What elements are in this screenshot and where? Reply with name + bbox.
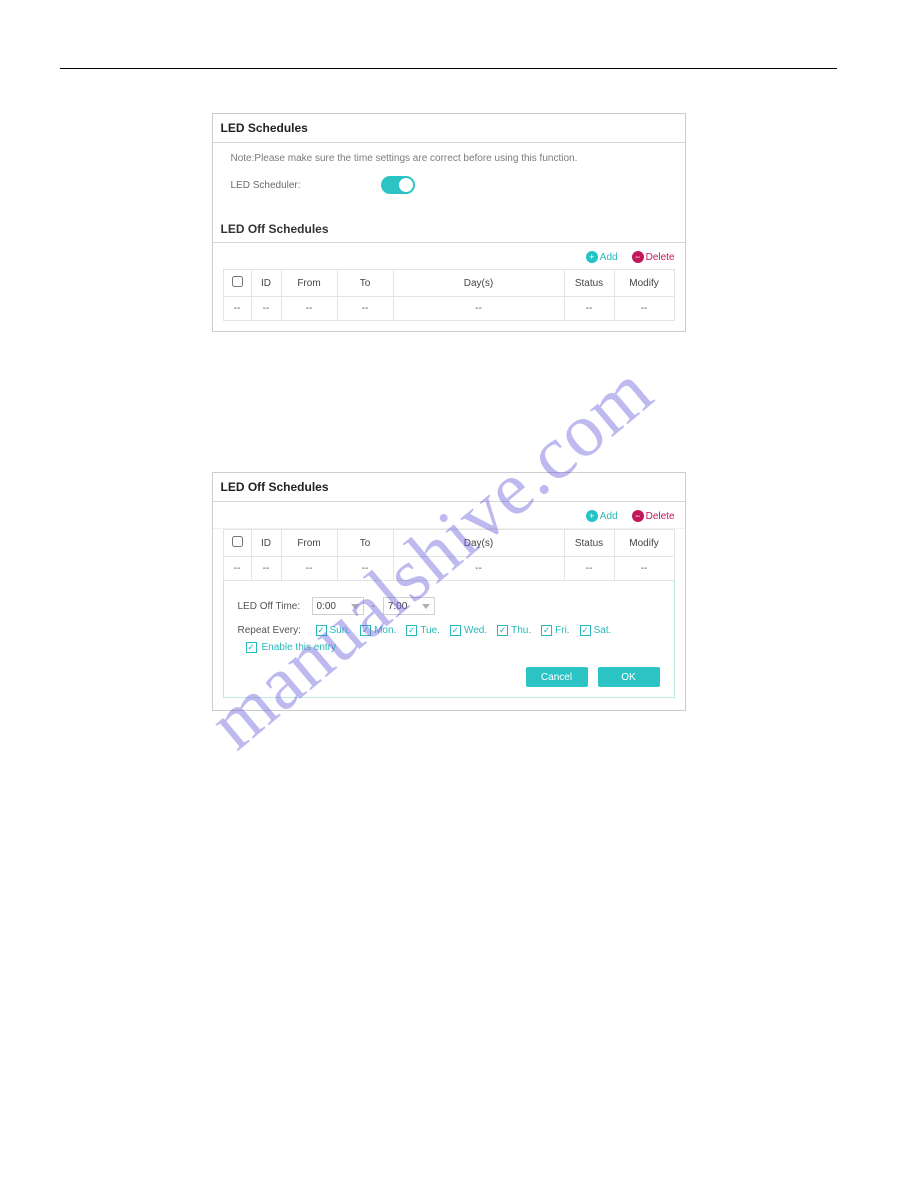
sat-checkbox[interactable] [580,625,591,636]
cell-empty: -- [393,297,564,321]
add-label: Add [600,252,618,263]
from-time-select[interactable]: 0:00 [312,597,364,615]
toggle-knob-icon [399,178,413,192]
col-status: Status [564,270,614,297]
plus-icon: + [586,251,598,263]
chevron-down-icon [422,604,430,609]
cell-empty: -- [223,557,251,581]
chevron-down-icon [351,604,359,609]
table-row: -- -- -- -- -- -- -- [223,297,674,321]
led-schedules-title: LED Schedules [213,114,685,143]
scheduler-label: LED Scheduler: [231,180,301,191]
note-text: Note:Please make sure the time settings … [213,143,685,168]
col-from: From [281,530,337,557]
cell-empty: -- [223,297,251,321]
cell-empty: -- [251,297,281,321]
col-modify: Modify [614,270,674,297]
select-all-checkbox[interactable] [232,536,243,547]
plus-icon: + [586,510,598,522]
table-header-row: ID From To Day(s) Status Modify [223,270,674,297]
day-mon: Mon. [374,625,396,636]
delete-label: Delete [646,511,675,522]
schedules-table: ID From To Day(s) Status Modify -- -- --… [223,269,675,321]
col-to: To [337,530,393,557]
cell-empty: -- [614,297,674,321]
to-time-select[interactable]: 7:00 [383,597,435,615]
col-days: Day(s) [393,530,564,557]
col-modify: Modify [614,530,674,557]
cell-empty: -- [281,557,337,581]
enable-entry-checkbox[interactable] [246,642,257,653]
to-time-value: 7:00 [388,601,407,612]
led-off-schedules-title: LED Off Schedules [213,208,685,243]
fri-checkbox[interactable] [541,625,552,636]
cell-empty: -- [393,557,564,581]
delete-button[interactable]: − Delete [632,251,675,263]
ok-button[interactable]: OK [598,667,660,687]
led-off-schedules-title-2: LED Off Schedules [213,473,685,502]
cell-empty: -- [281,297,337,321]
add-button[interactable]: + Add [586,510,618,522]
day-sun: Sun. [330,625,351,636]
delete-label: Delete [646,252,675,263]
col-id: ID [251,270,281,297]
col-to: To [337,270,393,297]
minus-icon: − [632,510,644,522]
schedule-editor: LED Off Time: 0:00 - 7:00 Repeat Every: … [223,581,675,698]
day-wed: Wed. [464,625,487,636]
select-all-checkbox[interactable] [232,276,243,287]
col-id: ID [251,530,281,557]
led-schedules-panel: LED Schedules Note:Please make sure the … [212,113,686,332]
day-thu: Thu. [511,625,531,636]
repeat-every-label: Repeat Every: [238,625,306,636]
cell-empty: -- [251,557,281,581]
cell-empty: -- [337,557,393,581]
cell-empty: -- [337,297,393,321]
table-row: -- -- -- -- -- -- -- [223,557,674,581]
led-off-schedules-panel: LED Off Schedules + Add − Delete ID From [212,472,686,711]
cancel-button[interactable]: Cancel [526,667,588,687]
day-fri: Fri. [555,625,569,636]
cell-empty: -- [614,557,674,581]
col-from: From [281,270,337,297]
led-off-time-label: LED Off Time: [238,601,306,612]
col-status: Status [564,530,614,557]
day-tue: Tue. [420,625,440,636]
cell-empty: -- [564,557,614,581]
tue-checkbox[interactable] [406,625,417,636]
col-days: Day(s) [393,270,564,297]
mon-checkbox[interactable] [360,625,371,636]
enable-entry-label: Enable this entry [262,642,337,653]
wed-checkbox[interactable] [450,625,461,636]
schedules-table: ID From To Day(s) Status Modify -- -- --… [223,529,675,581]
add-label: Add [600,511,618,522]
thu-checkbox[interactable] [497,625,508,636]
sun-checkbox[interactable] [316,625,327,636]
minus-icon: − [632,251,644,263]
cell-empty: -- [564,297,614,321]
page-top-rule [60,68,837,69]
from-time-value: 0:00 [317,601,336,612]
day-sat: Sat. [594,625,612,636]
delete-button[interactable]: − Delete [632,510,675,522]
add-button[interactable]: + Add [586,251,618,263]
time-dash: - [372,601,375,612]
led-scheduler-toggle[interactable] [381,176,415,194]
table-header-row: ID From To Day(s) Status Modify [223,530,674,557]
